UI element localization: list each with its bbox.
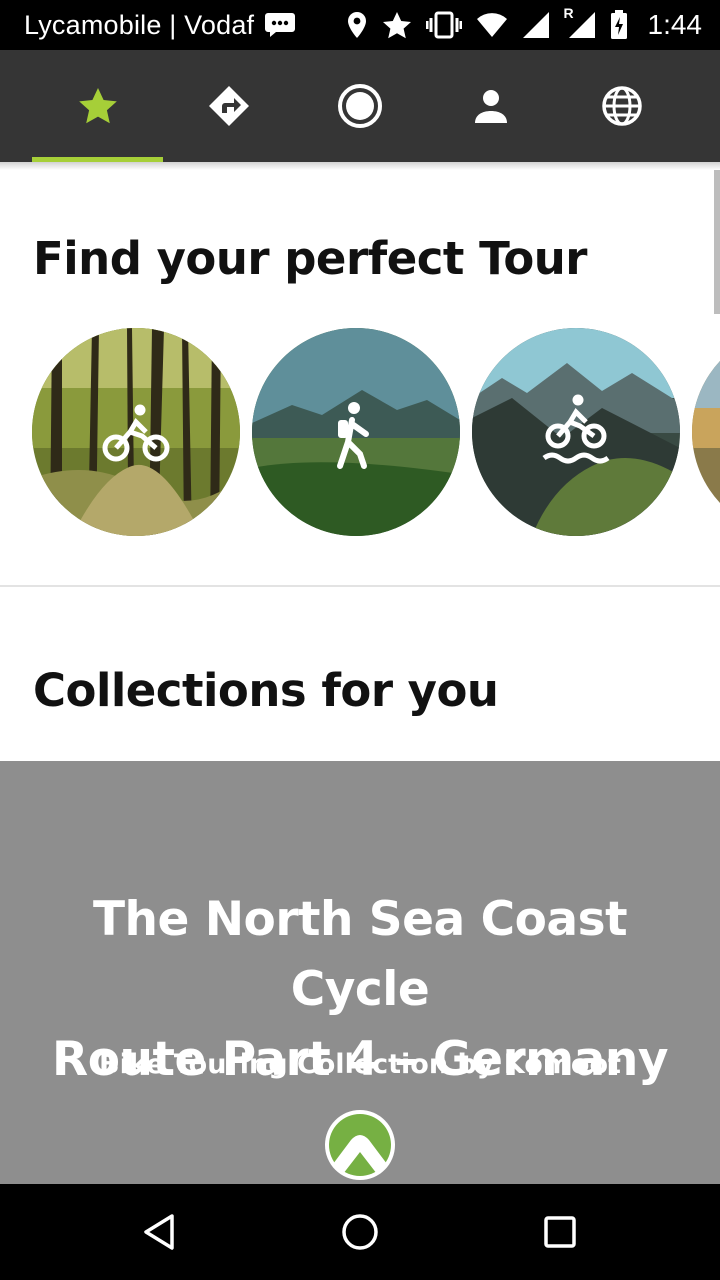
person-icon [474, 90, 507, 123]
route-sign-icon [208, 86, 249, 126]
system-navigation-bar [0, 1184, 720, 1280]
top-navigation [0, 50, 720, 162]
sport-hiking[interactable] [252, 328, 460, 536]
road-bike-icon [102, 404, 170, 462]
battery-charging-icon [610, 10, 627, 39]
sport-road-bike[interactable] [32, 328, 240, 536]
sport-mountain-bike[interactable] [472, 328, 680, 536]
komoot-logo-icon[interactable] [323, 1108, 397, 1182]
tab-explore[interactable] [556, 50, 687, 162]
globe-icon [601, 86, 642, 126]
find-tour-heading: Find your perfect Tour [33, 232, 587, 285]
collection-title-line1: The North Sea Coast Cycle [92, 892, 628, 1017]
hiking-icon [337, 402, 369, 469]
star-icon [78, 88, 117, 124]
tab-record[interactable] [294, 50, 425, 162]
star-icon [382, 12, 411, 39]
vibrate-icon [425, 11, 462, 39]
status-bar: Lycamobile | Vodaf R 1:44 [0, 0, 720, 50]
collection-subtitle: Bike Touring Collection by Komoot [99, 1049, 621, 1080]
record-icon [337, 84, 382, 128]
section-divider [0, 585, 720, 587]
tab-profile[interactable] [425, 50, 556, 162]
location-icon [347, 12, 366, 38]
sport-road[interactable] [692, 328, 720, 536]
signal-icon [522, 12, 549, 38]
recents-icon[interactable] [536, 1208, 584, 1256]
home-icon[interactable] [336, 1208, 384, 1256]
road-photo [692, 328, 720, 536]
status-icons: R 1:44 [346, 5, 703, 41]
back-icon[interactable] [136, 1208, 184, 1256]
roaming-signal: R [564, 5, 596, 39]
collections-heading: Collections for you [33, 664, 499, 717]
message-icon [265, 13, 296, 37]
wifi-icon [476, 13, 507, 37]
roaming-label: R [563, 5, 574, 21]
tab-plan[interactable] [163, 50, 294, 162]
clock: 1:44 [647, 9, 703, 40]
collection-card[interactable]: The North Sea Coast Cycle Route Part 4 –… [0, 761, 720, 1184]
mountain-bike-icon [542, 394, 610, 464]
sport-type-carousel[interactable] [0, 328, 720, 538]
scrollbar[interactable] [714, 170, 720, 314]
nav-shadow [0, 162, 720, 170]
tab-discover[interactable] [32, 50, 163, 162]
carrier-name: Lycamobile | Vodaf [24, 9, 255, 40]
